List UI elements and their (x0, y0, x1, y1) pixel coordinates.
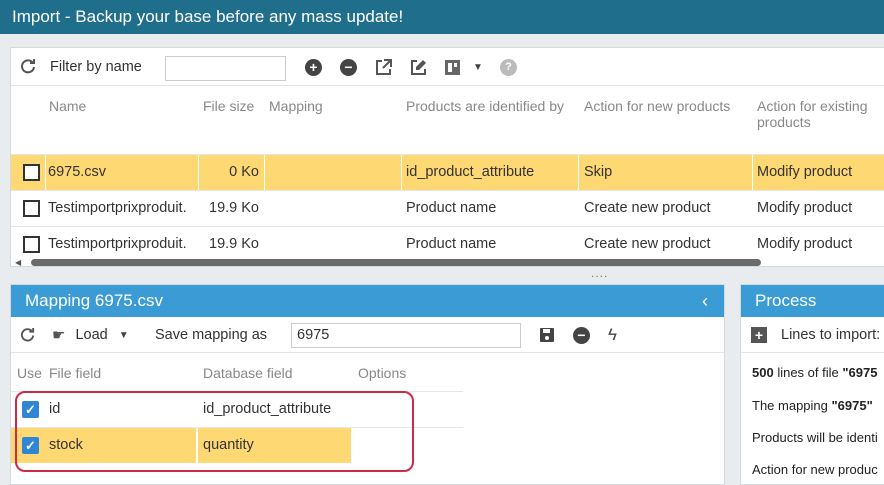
mapping-row[interactable]: ✓ id id_product_attribute (11, 391, 463, 427)
mapping-panel-title: Mapping 6975.csv (25, 291, 163, 310)
row-checkbox[interactable] (23, 200, 40, 217)
table-row[interactable]: 6975.csv 0 Ko id_product_attribute Skip … (11, 154, 884, 190)
cell-action-new: Skip (584, 164, 613, 180)
cell-database-field[interactable]: id_product_attribute (203, 392, 353, 427)
cell-name: Testimportprixproduit. (48, 200, 187, 216)
horizontal-scrollbar[interactable]: ◀ (11, 258, 884, 266)
cell-mapping (269, 191, 399, 226)
mapping-toolbar: ☛ Load ▼ Save mapping as 6975 − ϟ (11, 317, 724, 353)
process-line-4: Action for new produc (752, 462, 878, 477)
mapping-row[interactable]: ✓ stock quantity (11, 427, 463, 463)
filter-label: Filter by name (50, 59, 142, 75)
col-header-name[interactable]: Name (49, 98, 86, 114)
col-header-mapping[interactable]: Mapping (269, 98, 323, 114)
filter-by-name-input[interactable] (165, 56, 286, 81)
help-icon[interactable]: ? (500, 48, 517, 86)
mapping-panel-header: Mapping 6975.csv ‹ (11, 285, 724, 317)
process-line-3: Products will be identi (752, 430, 878, 445)
lightning-icon[interactable]: ϟ (608, 317, 617, 353)
cell-identified-by: id_product_attribute (406, 164, 535, 180)
remove-icon[interactable]: − (340, 48, 357, 86)
external-link-icon[interactable] (374, 48, 393, 86)
cell-mapping (269, 155, 399, 190)
refresh-icon[interactable] (19, 48, 37, 86)
cell-file-field: id (49, 401, 61, 417)
collapse-chevron-icon[interactable]: ‹ (702, 285, 708, 317)
cell-file-field: stock (49, 437, 83, 453)
col-header-use: Use (17, 365, 42, 381)
cell-action-new: Create new product (584, 236, 711, 252)
row-checkbox[interactable] (23, 236, 40, 253)
save-icon[interactable] (539, 317, 555, 353)
process-panel-title: Process (741, 285, 884, 317)
table-row[interactable]: Testimportprixproduit. 19.9 Ko Product n… (11, 190, 884, 226)
cell-identified-by: Product name (406, 200, 497, 216)
cell-mapping (269, 227, 399, 262)
window-title: Import - Backup your base before any mas… (0, 0, 884, 34)
col-header-file-field: File field (49, 365, 102, 381)
save-mapping-input[interactable]: 6975 (291, 323, 521, 348)
cell-database-field[interactable]: quantity (203, 428, 348, 463)
import-files-panel: Filter by name + − ▼ ? Name File size Ma… (10, 47, 884, 267)
mapping-panel: Mapping 6975.csv ‹ ☛ Load ▼ Save mapping… (10, 284, 725, 485)
cell-action-existing: Modify product (757, 236, 853, 252)
scrollbar-thumb[interactable] (31, 259, 761, 266)
caret-down-icon: ▼ (118, 329, 129, 341)
columns-icon[interactable] (444, 48, 461, 86)
caret-down-icon[interactable]: ▼ (473, 48, 483, 86)
use-checkbox[interactable]: ✓ (22, 437, 39, 454)
hand-pointer-icon: ☛ (52, 327, 66, 344)
cell-file-size: 0 Ko (229, 164, 259, 180)
cell-action-existing: Modify product (757, 200, 853, 216)
cell-action-new: Create new product (584, 200, 711, 216)
cell-name: Testimportprixproduit. (48, 236, 187, 252)
col-header-options: Options (358, 365, 407, 381)
process-toolbar: + Lines to import: (741, 317, 884, 353)
save-mapping-label: Save mapping as (155, 327, 268, 343)
process-panel: Process + Lines to import: 500 lines of … (740, 284, 884, 485)
cell-file-size: 19.9 Ko (209, 200, 259, 216)
col-header-action-new[interactable]: Action for new products (584, 98, 730, 114)
lines-to-import-label: Lines to import: (781, 327, 881, 343)
col-header-action-existing[interactable]: Action for existing products (757, 98, 882, 130)
edit-icon[interactable] (409, 48, 428, 86)
col-header-identified-by[interactable]: Products are identified by (406, 98, 564, 114)
row-checkbox[interactable] (23, 164, 40, 181)
add-lines-icon[interactable]: + (751, 327, 767, 343)
cell-identified-by: Product name (406, 236, 497, 252)
cell-file-size: 19.9 Ko (209, 236, 259, 252)
refresh-icon[interactable] (19, 317, 36, 353)
col-header-database-field: Database field (203, 365, 293, 381)
cell-name: 6975.csv (48, 164, 107, 180)
panel-splitter[interactable]: .... (591, 266, 608, 280)
use-checkbox[interactable]: ✓ (22, 401, 39, 418)
import-toolbar: Filter by name + − ▼ ? (11, 48, 884, 86)
col-header-file-size[interactable]: File size (203, 98, 254, 114)
table-row[interactable]: Testimportprixproduit. 19.9 Ko Product n… (11, 226, 884, 262)
scroll-left-icon[interactable]: ◀ (15, 258, 21, 266)
load-mapping-button[interactable]: ☛ Load ▼ (52, 317, 129, 353)
cell-action-existing: Modify product (757, 164, 853, 180)
remove-icon[interactable]: − (573, 317, 590, 353)
process-line-1: 500 lines of file "6975 (752, 365, 878, 380)
process-line-2: The mapping "6975" (752, 398, 873, 413)
add-icon[interactable]: + (305, 48, 322, 86)
